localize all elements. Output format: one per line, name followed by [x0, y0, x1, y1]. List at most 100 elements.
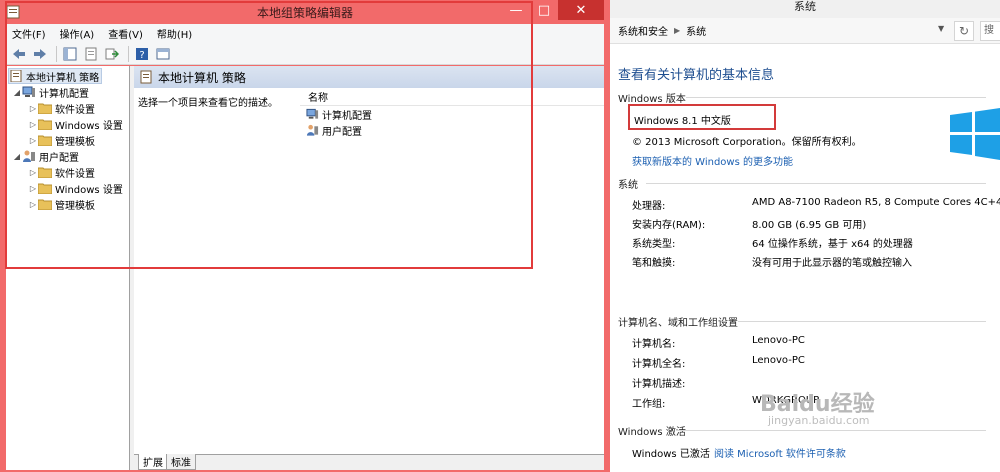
toolbar-divider: [56, 45, 57, 62]
tree-item-software-settings[interactable]: ▷ 软件设置: [28, 100, 95, 116]
spec-value-ram: 8.00 GB (6.95 GB 可用): [752, 220, 867, 231]
gpe-window-controls: — □ ✕: [502, 0, 604, 20]
folder-icon: [38, 135, 52, 146]
folder-icon: [38, 119, 52, 130]
computer-name-label: 计算机名:: [632, 339, 676, 350]
svg-text:?: ?: [139, 50, 144, 61]
content-header-title: 本地计算机 策略: [158, 70, 246, 85]
collapsed-arrow-icon[interactable]: ▷: [28, 184, 38, 193]
tree-item-computer-config[interactable]: ◢ 计算机配置: [12, 84, 89, 100]
collapsed-arrow-icon[interactable]: ▷: [28, 168, 38, 177]
policy-tree-pane: 本地计算机 策略 ◢ 计算机配置 ▷ 软件设置 ▷ Windows 设置 ▷ 管…: [6, 66, 130, 470]
tree-item-admin-templates[interactable]: ▷ 管理模板: [28, 132, 95, 148]
list-item-label: 计算机配置: [322, 110, 372, 122]
menu-action[interactable]: 操作(A): [60, 26, 95, 41]
forward-arrow-icon[interactable]: [31, 45, 49, 63]
view-tabs: 扩展 标准: [134, 454, 604, 470]
export-list-icon[interactable]: [103, 45, 121, 63]
tree-item-label: Windows 设置: [55, 120, 123, 132]
more-features-link[interactable]: 获取新版本的 Windows 的更多功能: [632, 153, 793, 168]
chevron-down-icon[interactable]: ▼: [938, 24, 944, 33]
computer-description-label: 计算机描述:: [632, 379, 686, 390]
tree-item-label: 软件设置: [55, 168, 95, 180]
tree-item-software-settings[interactable]: ▷ 软件设置: [28, 164, 95, 180]
search-box[interactable]: 搜: [980, 21, 1000, 41]
tree-item-label: 管理模板: [55, 136, 95, 148]
windows-edition-section: Windows 版本: [618, 94, 686, 105]
tree-item-label: 管理模板: [55, 200, 95, 212]
tree-item-user-config[interactable]: ◢ 用户配置: [12, 148, 79, 164]
computer-icon: [306, 108, 319, 119]
name-column-header[interactable]: 名称: [300, 88, 604, 106]
spec-label-pen-touch: 笔和触摸:: [632, 258, 676, 269]
expanded-arrow-icon[interactable]: ◢: [12, 88, 22, 97]
gpe-menu-bar: 文件(F) 操作(A) 查看(V) 帮助(H): [6, 24, 604, 43]
menu-help[interactable]: 帮助(H): [157, 26, 192, 41]
folder-icon: [38, 167, 52, 178]
collapsed-arrow-icon[interactable]: ▷: [28, 104, 38, 113]
policy-list: 名称 计算机配置 用户配置: [300, 88, 604, 138]
show-hide-tree-icon[interactable]: [61, 45, 79, 63]
tree-item-label: 用户配置: [39, 152, 79, 164]
section-divider: [676, 430, 986, 431]
policy-document-icon: [140, 70, 152, 84]
tab-extended[interactable]: 扩展: [138, 454, 168, 470]
collapsed-arrow-icon[interactable]: ▷: [28, 200, 38, 209]
computer-icon: [22, 86, 35, 97]
section-divider: [686, 97, 986, 98]
close-button[interactable]: ✕: [558, 0, 604, 20]
license-terms-link[interactable]: 阅读 Microsoft 软件许可条款: [714, 445, 846, 460]
workgroup-label: 工作组:: [632, 399, 666, 410]
folder-icon: [38, 199, 52, 210]
list-item-label: 用户配置: [322, 126, 362, 138]
address-bar: 系统和安全 ▶ 系统 ▼ ↻ 搜: [610, 18, 1000, 44]
baidu-watermark-url: jingyan.baidu.com: [768, 414, 870, 427]
breadcrumb-system-security[interactable]: 系统和安全: [618, 23, 668, 38]
item-description-text: 选择一个项目来查看它的描述。: [138, 98, 278, 109]
back-arrow-icon[interactable]: [10, 45, 28, 63]
section-divider: [738, 321, 986, 322]
user-icon: [306, 124, 319, 136]
folder-icon: [38, 183, 52, 194]
system-section: 系统: [618, 180, 638, 191]
section-divider: [646, 183, 986, 184]
tree-item-windows-settings[interactable]: ▷ Windows 设置: [28, 180, 123, 196]
tree-item-local-computer-policy[interactable]: 本地计算机 策略: [8, 68, 103, 84]
gpe-title-bar[interactable]: 本地组策略编辑器 — □ ✕: [0, 0, 610, 24]
policy-app-icon: [6, 5, 20, 19]
system-title-bar[interactable]: 系统: [610, 0, 1000, 18]
spec-label-processor: 处理器:: [632, 201, 666, 212]
collapsed-arrow-icon[interactable]: ▷: [28, 120, 38, 129]
maximize-button[interactable]: □: [530, 0, 558, 20]
policy-content-pane: 本地计算机 策略 选择一个项目来查看它的描述。 名称 计算机配置 用户配置 扩展…: [134, 66, 604, 470]
page-title: 查看有关计算机的基本信息: [618, 68, 775, 83]
breadcrumb-system[interactable]: 系统: [686, 23, 706, 38]
menu-view[interactable]: 查看(V): [108, 26, 143, 41]
computer-name-value: Lenovo-PC: [752, 335, 805, 346]
computer-full-name-label: 计算机全名:: [632, 359, 686, 370]
windows-logo-icon: [950, 108, 1000, 160]
help-icon[interactable]: ?: [133, 45, 151, 63]
content-header: 本地计算机 策略: [134, 66, 604, 88]
group-policy-editor-window: 本地组策略编辑器 — □ ✕ 文件(F) 操作(A) 查看(V) 帮助(H) ?…: [0, 0, 610, 472]
computer-name-section: 计算机名、域和工作组设置: [618, 318, 738, 329]
properties-sheet-icon[interactable]: [82, 45, 100, 63]
policy-document-icon: [10, 70, 22, 82]
list-item-computer-config[interactable]: 计算机配置: [300, 106, 604, 122]
expanded-arrow-icon[interactable]: ◢: [12, 152, 22, 161]
refresh-icon[interactable]: ↻: [954, 21, 974, 41]
console-window-icon[interactable]: [154, 45, 172, 63]
gpe-toolbar: ?: [6, 43, 604, 65]
copyright-text: © 2013 Microsoft Corporation。保留所有权利。: [632, 137, 862, 148]
menu-file[interactable]: 文件(F): [12, 26, 46, 41]
tree-item-label: Windows 设置: [55, 184, 123, 196]
tab-standard[interactable]: 标准: [166, 454, 196, 470]
collapsed-arrow-icon[interactable]: ▷: [28, 136, 38, 145]
tree-item-windows-settings[interactable]: ▷ Windows 设置: [28, 116, 123, 132]
minimize-button[interactable]: —: [502, 0, 530, 20]
computer-full-name-value: Lenovo-PC: [752, 355, 805, 366]
spec-value-processor: AMD A8-7100 Radeon R5, 8 Compute Cores 4…: [752, 197, 1000, 208]
list-item-user-config[interactable]: 用户配置: [300, 122, 604, 138]
tree-item-admin-templates[interactable]: ▷ 管理模板: [28, 196, 95, 212]
folder-icon: [38, 103, 52, 114]
